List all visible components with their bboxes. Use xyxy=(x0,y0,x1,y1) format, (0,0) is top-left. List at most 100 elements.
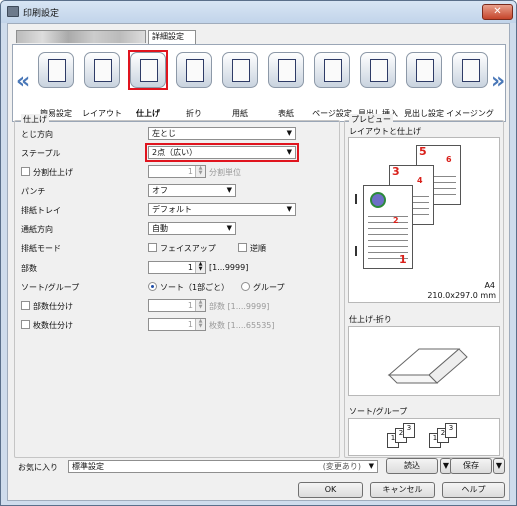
tab-basic[interactable] xyxy=(16,30,146,43)
dialog-client: 詳細設定 « » 簡易設定 レイアウト 仕上げ 折り 用紙 表紙 ページ設定 見… xyxy=(7,23,510,501)
page-number: 5 xyxy=(419,145,427,158)
spin-arrows-icon[interactable]: ▲ ▼ xyxy=(195,166,205,177)
tool-fold[interactable]: 折り xyxy=(174,50,214,120)
ok-label: OK xyxy=(324,485,337,494)
split-stepper[interactable]: 1 ▲ ▼ xyxy=(148,165,206,178)
window-title: 印刷設定 xyxy=(23,9,60,19)
print-settings-window: 印刷設定 ✕ 詳細設定 « » 簡易設定 レイアウト 仕上げ 折り 用紙 表紙 … xyxy=(0,0,517,506)
tool-label: 仕上げ xyxy=(136,109,160,118)
layout-preview: 5 6 3 4 1 2 A4 210.0x297.0 mm xyxy=(348,137,500,303)
tool-simple-settings[interactable]: 簡易設定 xyxy=(36,50,76,120)
split-label: 分割仕上げ xyxy=(33,168,73,177)
tool-cover[interactable]: 表紙 xyxy=(266,50,306,120)
sort-preview-title: ソート/グループ xyxy=(349,407,408,416)
chevron-down-icon: ▼ xyxy=(442,461,450,470)
feed-value: 自動 xyxy=(152,224,168,233)
group-radio[interactable] xyxy=(241,282,250,291)
tool-paper[interactable]: 用紙 xyxy=(220,50,260,120)
set-split-stepper[interactable]: 1 ▲ ▼ xyxy=(148,299,206,312)
page-number: 3 xyxy=(392,165,400,178)
fold-icon xyxy=(176,52,212,88)
tool-tab-settings[interactable]: 見出し設定 xyxy=(404,50,444,120)
feed-select[interactable]: 自動 ▼ xyxy=(148,222,236,235)
sort-page: 3 xyxy=(403,423,415,438)
binding-value: 左とじ xyxy=(152,129,176,138)
spin-arrows-icon[interactable]: ▲ ▼ xyxy=(195,319,205,330)
binding-label: とじ方向 xyxy=(21,130,53,139)
save-button[interactable]: 保存 xyxy=(450,458,492,474)
tool-layout[interactable]: レイアウト xyxy=(82,50,122,120)
staple-label: ステープル xyxy=(21,149,61,158)
simple-settings-icon xyxy=(38,52,74,88)
help-label: ヘルプ xyxy=(461,485,486,494)
reverse-checkbox[interactable] xyxy=(238,243,247,252)
set-split-value: 1 xyxy=(187,301,193,310)
preview-title: プレビュー xyxy=(349,114,393,125)
ok-button[interactable]: OK xyxy=(298,482,363,498)
tool-label: 表紙 xyxy=(278,109,294,118)
page-number: 4 xyxy=(417,176,423,185)
staple-highlight xyxy=(145,143,299,162)
tool-finishing[interactable]: 仕上げ xyxy=(128,50,168,120)
flower-icon xyxy=(370,192,386,208)
tab-settings-icon xyxy=(406,52,442,88)
tray-label: 排紙トレイ xyxy=(21,206,61,215)
set-split-checkbox[interactable] xyxy=(21,301,30,310)
sort-page: 3 xyxy=(445,423,457,438)
page-number: 1 xyxy=(399,253,407,266)
sheet-split-stepper[interactable]: 1 ▲ ▼ xyxy=(148,318,206,331)
split-checkbox[interactable] xyxy=(21,167,30,176)
load-button[interactable]: 読込 xyxy=(386,458,438,474)
sort-radio[interactable] xyxy=(148,282,157,291)
copies-stepper[interactable]: 1 ▲ ▼ xyxy=(148,261,206,274)
tab-detail[interactable]: 詳細設定 xyxy=(148,30,196,44)
finishing-group-title: 仕上げ xyxy=(21,114,49,125)
punch-label: パンチ xyxy=(21,187,46,196)
fold-illustration xyxy=(387,348,468,384)
tool-imaging[interactable]: イメージング xyxy=(446,50,494,120)
tray-value: デフォルト xyxy=(152,205,192,214)
close-button[interactable]: ✕ xyxy=(482,4,513,20)
punch-value: オフ xyxy=(152,186,168,195)
faceup-checkbox[interactable] xyxy=(148,243,157,252)
tool-page-setup[interactable]: ページ設定 xyxy=(312,50,352,120)
selection-highlight xyxy=(128,50,168,90)
feed-label: 通紙方向 xyxy=(21,225,53,234)
sheet-split-label: 枚数仕分け xyxy=(33,321,73,330)
page-setup-icon xyxy=(314,52,350,88)
layout-icon xyxy=(84,52,120,88)
punch-select[interactable]: オフ ▼ xyxy=(148,184,236,197)
tool-tab-insert[interactable]: 見出し挿入 xyxy=(358,50,398,120)
tool-label: イメージング xyxy=(446,109,494,118)
set-split-label: 部数仕分け xyxy=(33,302,73,311)
spin-arrows-icon[interactable]: ▲ ▼ xyxy=(195,300,205,311)
tool-label: 見出し設定 xyxy=(404,109,444,118)
chevron-down-icon: ▼ xyxy=(286,129,292,137)
favorites-select[interactable]: 標準設定 (変更あり) ▼ xyxy=(68,460,378,473)
fold-preview-title: 仕上げ-折り xyxy=(349,315,392,324)
scroll-right-icon[interactable]: » xyxy=(491,69,505,94)
copies-label: 部数 xyxy=(21,264,37,273)
spin-arrows-icon[interactable]: ▲ ▼ xyxy=(195,262,205,273)
tray-select[interactable]: デフォルト ▼ xyxy=(148,203,296,216)
tab-insert-icon xyxy=(360,52,396,88)
favorites-label: お気に入り xyxy=(18,463,58,472)
tool-label: 折り xyxy=(186,109,202,118)
split-unit: 分割単位 xyxy=(209,168,241,177)
binding-select[interactable]: 左とじ ▼ xyxy=(148,127,296,140)
faceup-label: フェイスアップ xyxy=(160,244,216,253)
favorites-value: 標準設定 xyxy=(72,462,104,471)
tool-label: 用紙 xyxy=(232,109,248,118)
chevron-down-icon: ▼ xyxy=(226,224,232,232)
save-menu-button[interactable]: ▼ xyxy=(493,458,505,474)
staple-mark xyxy=(355,246,357,256)
chevron-down-icon: ▼ xyxy=(226,186,232,194)
sheet-split-checkbox[interactable] xyxy=(21,320,30,329)
cancel-button[interactable]: キャンセル xyxy=(370,482,435,498)
sheet-split-value: 1 xyxy=(187,320,193,329)
page-number: 2 xyxy=(393,216,399,225)
group-option-label: グループ xyxy=(253,283,285,292)
help-button[interactable]: ヘルプ xyxy=(442,482,505,498)
scroll-left-icon[interactable]: « xyxy=(16,69,30,94)
page-number: 6 xyxy=(446,155,452,164)
